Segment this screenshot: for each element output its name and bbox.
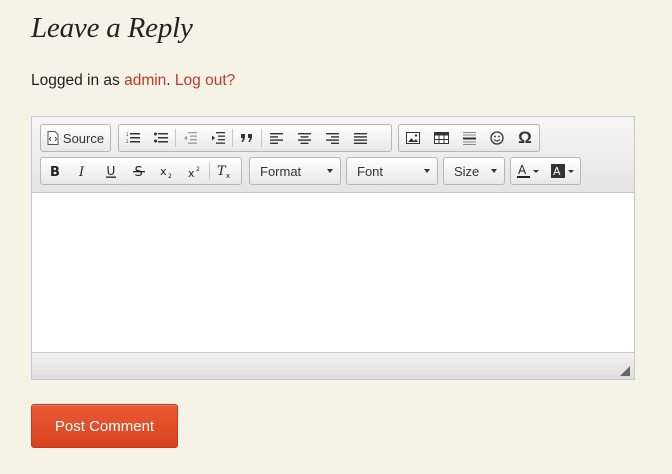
table-button[interactable] [427,125,455,151]
format-label: Format [260,163,302,179]
editor-status-bar [32,352,634,379]
svg-text:x: x [160,165,167,178]
size-label: Size [454,163,480,179]
table-icon [433,132,449,144]
chevron-down-icon [567,169,574,173]
chevron-down-icon [533,169,539,173]
background-color-button[interactable]: A [545,158,579,184]
logged-in-line: Logged in as admin. Log out? [31,72,235,90]
post-comment-button[interactable]: Post Comment [31,404,178,448]
justify-button[interactable] [346,125,374,151]
svg-text:B: B [50,165,60,177]
smiley-button[interactable] [483,125,511,151]
color-group: A A [510,157,581,185]
image-button[interactable] [399,125,427,151]
strikethrough-button[interactable]: S [125,158,153,184]
italic-icon: I [77,165,89,177]
svg-text:2: 2 [126,139,129,144]
blockquote-button[interactable] [233,125,261,151]
list-align-group: 12 [118,124,392,152]
size-dropdown[interactable]: Size [443,157,505,185]
numbered-list-button[interactable]: 12 [119,125,147,151]
bulleted-list-button[interactable] [147,125,175,151]
svg-text:1: 1 [126,132,129,137]
text-color-icon: A [517,164,530,178]
logged-dot: . [166,72,171,89]
svg-text:U: U [107,165,116,178]
align-left-icon [269,132,283,144]
quote-icon [240,133,254,143]
justify-icon [353,132,367,144]
svg-text:2: 2 [168,173,172,178]
increase-indent-icon [211,132,225,144]
logged-in-prefix: Logged in as [31,72,125,89]
special-character-button[interactable]: Ω [511,125,539,151]
align-center-icon [297,132,311,144]
svg-text:A: A [553,165,561,178]
source-label: Source [62,130,105,146]
subscript-button[interactable]: x2 [153,158,181,184]
admin-link[interactable]: admin [124,72,166,89]
source-icon [47,131,59,145]
font-label: Font [357,163,384,179]
svg-text:I: I [78,165,85,177]
smiley-icon [490,131,504,145]
align-center-button[interactable] [290,125,318,151]
align-left-button[interactable] [262,125,290,151]
horizontal-rule-button[interactable] [455,125,483,151]
remove-format-button[interactable]: Tx [210,158,238,184]
bold-icon: B [49,165,61,177]
subscript-icon: x2 [160,165,174,178]
insert-group: Ω [398,124,540,152]
resize-handle-icon[interactable] [620,366,630,376]
superscript-icon: x2 [188,165,202,178]
align-right-icon [325,132,339,144]
bulleted-list-icon [154,132,168,144]
logout-link[interactable]: Log out? [175,72,235,89]
underline-button[interactable]: U [97,158,125,184]
underline-icon: U [105,165,117,178]
chevron-down-icon [327,169,333,173]
text-color-button[interactable]: A [511,158,545,184]
svg-text:A: A [518,164,527,177]
superscript-button[interactable]: x2 [181,158,209,184]
svg-text:2: 2 [196,166,200,173]
chevron-down-icon [491,169,497,173]
strikethrough-icon: S [133,165,145,178]
reply-heading: Leave a Reply [31,12,193,44]
source-group: Source [40,124,111,152]
remove-format-icon: Tx [217,164,232,178]
comment-editor: Source 12 Ω B I U S x 2 x 2 T x Format F… [31,116,635,380]
font-dropdown[interactable]: Font [346,157,438,185]
bold-button[interactable]: B [41,158,69,184]
svg-text:x: x [188,167,195,178]
horizontal-rule-icon [462,131,476,145]
italic-button[interactable]: I [69,158,97,184]
increase-indent-button[interactable] [204,125,232,151]
decrease-indent-button[interactable] [176,125,204,151]
align-right-button[interactable] [318,125,346,151]
chevron-down-icon [424,169,430,173]
format-dropdown[interactable]: Format [249,157,341,185]
decrease-indent-icon [183,132,197,144]
svg-text:x: x [226,172,230,178]
omega-icon: Ω [518,128,532,147]
editor-content-area[interactable] [32,193,634,353]
background-color-icon: A [550,164,565,178]
image-icon [406,132,420,144]
source-button[interactable]: Source [41,125,110,151]
numbered-list-icon: 12 [126,132,140,144]
editor-toolbar: Source 12 Ω B I U S x 2 x 2 T x Format F… [32,117,634,193]
basic-styles-group: B I U S x2 x2 Tx [40,157,242,185]
